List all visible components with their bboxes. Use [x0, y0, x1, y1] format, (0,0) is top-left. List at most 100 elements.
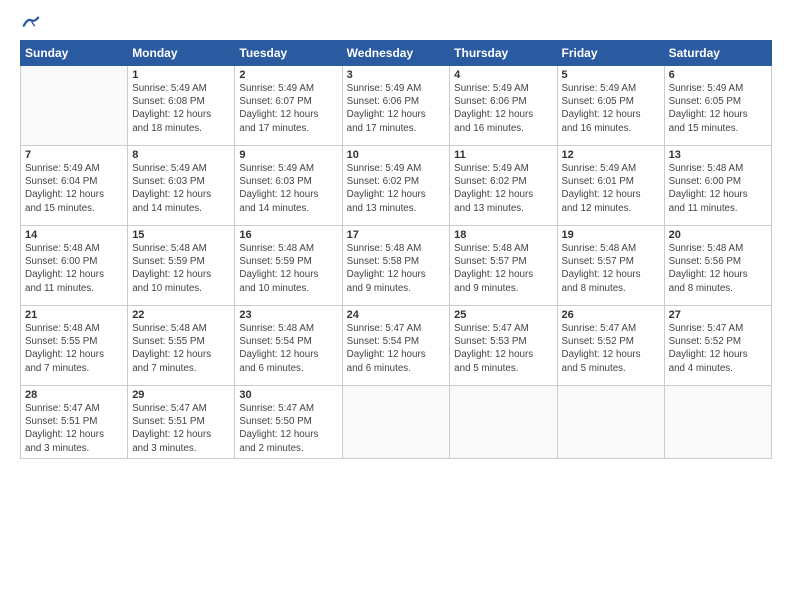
- day-info: Sunrise: 5:49 AM Sunset: 6:03 PM Dayligh…: [132, 162, 230, 215]
- day-info: Sunrise: 5:48 AM Sunset: 5:58 PM Dayligh…: [347, 242, 446, 295]
- calendar-cell: 10Sunrise: 5:49 AM Sunset: 6:02 PM Dayli…: [342, 146, 450, 226]
- day-number: 19: [562, 229, 660, 241]
- calendar-cell: 1Sunrise: 5:49 AM Sunset: 6:08 PM Daylig…: [128, 66, 235, 146]
- day-number: 12: [562, 149, 660, 161]
- day-info: Sunrise: 5:48 AM Sunset: 5:59 PM Dayligh…: [239, 242, 337, 295]
- day-number: 5: [562, 69, 660, 81]
- day-info: Sunrise: 5:49 AM Sunset: 6:06 PM Dayligh…: [454, 82, 552, 135]
- day-info: Sunrise: 5:47 AM Sunset: 5:53 PM Dayligh…: [454, 322, 552, 375]
- day-number: 23: [239, 309, 337, 321]
- calendar-cell: 26Sunrise: 5:47 AM Sunset: 5:52 PM Dayli…: [557, 306, 664, 386]
- day-number: 14: [25, 229, 123, 241]
- day-number: 6: [669, 69, 767, 81]
- calendar-cell: 25Sunrise: 5:47 AM Sunset: 5:53 PM Dayli…: [450, 306, 557, 386]
- day-info: Sunrise: 5:47 AM Sunset: 5:54 PM Dayligh…: [347, 322, 446, 375]
- day-number: 21: [25, 309, 123, 321]
- day-info: Sunrise: 5:48 AM Sunset: 6:00 PM Dayligh…: [25, 242, 123, 295]
- calendar-cell: 28Sunrise: 5:47 AM Sunset: 5:51 PM Dayli…: [21, 386, 128, 459]
- header: [20, 16, 772, 30]
- calendar-cell: 9Sunrise: 5:49 AM Sunset: 6:03 PM Daylig…: [235, 146, 342, 226]
- day-info: Sunrise: 5:48 AM Sunset: 5:57 PM Dayligh…: [562, 242, 660, 295]
- calendar-cell: [450, 386, 557, 459]
- calendar-table: Sunday Monday Tuesday Wednesday Thursday…: [20, 40, 772, 459]
- calendar-cell: 27Sunrise: 5:47 AM Sunset: 5:52 PM Dayli…: [664, 306, 771, 386]
- calendar-cell: [664, 386, 771, 459]
- calendar-cell: 2Sunrise: 5:49 AM Sunset: 6:07 PM Daylig…: [235, 66, 342, 146]
- day-number: 27: [669, 309, 767, 321]
- day-info: Sunrise: 5:49 AM Sunset: 6:01 PM Dayligh…: [562, 162, 660, 215]
- col-thursday: Thursday: [450, 41, 557, 66]
- day-info: Sunrise: 5:48 AM Sunset: 5:57 PM Dayligh…: [454, 242, 552, 295]
- calendar-cell: 8Sunrise: 5:49 AM Sunset: 6:03 PM Daylig…: [128, 146, 235, 226]
- day-number: 1: [132, 69, 230, 81]
- col-sunday: Sunday: [21, 41, 128, 66]
- day-number: 28: [25, 389, 123, 401]
- calendar-cell: 29Sunrise: 5:47 AM Sunset: 5:51 PM Dayli…: [128, 386, 235, 459]
- calendar-cell: 23Sunrise: 5:48 AM Sunset: 5:54 PM Dayli…: [235, 306, 342, 386]
- day-number: 22: [132, 309, 230, 321]
- calendar-cell: 17Sunrise: 5:48 AM Sunset: 5:58 PM Dayli…: [342, 226, 450, 306]
- day-number: 30: [239, 389, 337, 401]
- day-info: Sunrise: 5:49 AM Sunset: 6:04 PM Dayligh…: [25, 162, 123, 215]
- calendar-cell: [342, 386, 450, 459]
- logo-bird-icon: [22, 16, 40, 30]
- day-number: 15: [132, 229, 230, 241]
- calendar-header-row: Sunday Monday Tuesday Wednesday Thursday…: [21, 41, 772, 66]
- calendar-cell: [21, 66, 128, 146]
- calendar-cell: [557, 386, 664, 459]
- day-number: 18: [454, 229, 552, 241]
- day-info: Sunrise: 5:48 AM Sunset: 5:55 PM Dayligh…: [25, 322, 123, 375]
- calendar-cell: 22Sunrise: 5:48 AM Sunset: 5:55 PM Dayli…: [128, 306, 235, 386]
- calendar-cell: 21Sunrise: 5:48 AM Sunset: 5:55 PM Dayli…: [21, 306, 128, 386]
- day-info: Sunrise: 5:48 AM Sunset: 5:56 PM Dayligh…: [669, 242, 767, 295]
- page: Sunday Monday Tuesday Wednesday Thursday…: [0, 0, 792, 612]
- calendar-cell: 7Sunrise: 5:49 AM Sunset: 6:04 PM Daylig…: [21, 146, 128, 226]
- day-info: Sunrise: 5:48 AM Sunset: 6:00 PM Dayligh…: [669, 162, 767, 215]
- day-number: 4: [454, 69, 552, 81]
- day-number: 29: [132, 389, 230, 401]
- calendar-cell: 11Sunrise: 5:49 AM Sunset: 6:02 PM Dayli…: [450, 146, 557, 226]
- calendar-cell: 24Sunrise: 5:47 AM Sunset: 5:54 PM Dayli…: [342, 306, 450, 386]
- day-number: 16: [239, 229, 337, 241]
- col-monday: Monday: [128, 41, 235, 66]
- day-info: Sunrise: 5:48 AM Sunset: 5:54 PM Dayligh…: [239, 322, 337, 375]
- calendar-cell: 13Sunrise: 5:48 AM Sunset: 6:00 PM Dayli…: [664, 146, 771, 226]
- calendar-cell: 19Sunrise: 5:48 AM Sunset: 5:57 PM Dayli…: [557, 226, 664, 306]
- day-info: Sunrise: 5:47 AM Sunset: 5:51 PM Dayligh…: [132, 402, 230, 455]
- col-tuesday: Tuesday: [235, 41, 342, 66]
- calendar-cell: 16Sunrise: 5:48 AM Sunset: 5:59 PM Dayli…: [235, 226, 342, 306]
- col-saturday: Saturday: [664, 41, 771, 66]
- day-number: 10: [347, 149, 446, 161]
- day-number: 3: [347, 69, 446, 81]
- day-number: 7: [25, 149, 123, 161]
- day-number: 11: [454, 149, 552, 161]
- logo: [20, 16, 40, 30]
- day-number: 25: [454, 309, 552, 321]
- day-number: 20: [669, 229, 767, 241]
- day-info: Sunrise: 5:47 AM Sunset: 5:50 PM Dayligh…: [239, 402, 337, 455]
- day-info: Sunrise: 5:49 AM Sunset: 6:07 PM Dayligh…: [239, 82, 337, 135]
- day-info: Sunrise: 5:49 AM Sunset: 6:05 PM Dayligh…: [562, 82, 660, 135]
- calendar-cell: 30Sunrise: 5:47 AM Sunset: 5:50 PM Dayli…: [235, 386, 342, 459]
- col-wednesday: Wednesday: [342, 41, 450, 66]
- calendar-cell: 20Sunrise: 5:48 AM Sunset: 5:56 PM Dayli…: [664, 226, 771, 306]
- calendar-cell: 5Sunrise: 5:49 AM Sunset: 6:05 PM Daylig…: [557, 66, 664, 146]
- day-info: Sunrise: 5:48 AM Sunset: 5:59 PM Dayligh…: [132, 242, 230, 295]
- day-info: Sunrise: 5:49 AM Sunset: 6:08 PM Dayligh…: [132, 82, 230, 135]
- day-info: Sunrise: 5:49 AM Sunset: 6:02 PM Dayligh…: [347, 162, 446, 215]
- calendar-cell: 6Sunrise: 5:49 AM Sunset: 6:05 PM Daylig…: [664, 66, 771, 146]
- day-info: Sunrise: 5:49 AM Sunset: 6:05 PM Dayligh…: [669, 82, 767, 135]
- day-info: Sunrise: 5:49 AM Sunset: 6:02 PM Dayligh…: [454, 162, 552, 215]
- day-info: Sunrise: 5:47 AM Sunset: 5:52 PM Dayligh…: [669, 322, 767, 375]
- day-info: Sunrise: 5:49 AM Sunset: 6:03 PM Dayligh…: [239, 162, 337, 215]
- calendar-cell: 3Sunrise: 5:49 AM Sunset: 6:06 PM Daylig…: [342, 66, 450, 146]
- day-info: Sunrise: 5:47 AM Sunset: 5:52 PM Dayligh…: [562, 322, 660, 375]
- calendar-cell: 18Sunrise: 5:48 AM Sunset: 5:57 PM Dayli…: [450, 226, 557, 306]
- day-number: 9: [239, 149, 337, 161]
- day-info: Sunrise: 5:49 AM Sunset: 6:06 PM Dayligh…: [347, 82, 446, 135]
- col-friday: Friday: [557, 41, 664, 66]
- day-number: 13: [669, 149, 767, 161]
- calendar-cell: 4Sunrise: 5:49 AM Sunset: 6:06 PM Daylig…: [450, 66, 557, 146]
- day-info: Sunrise: 5:48 AM Sunset: 5:55 PM Dayligh…: [132, 322, 230, 375]
- calendar-cell: 12Sunrise: 5:49 AM Sunset: 6:01 PM Dayli…: [557, 146, 664, 226]
